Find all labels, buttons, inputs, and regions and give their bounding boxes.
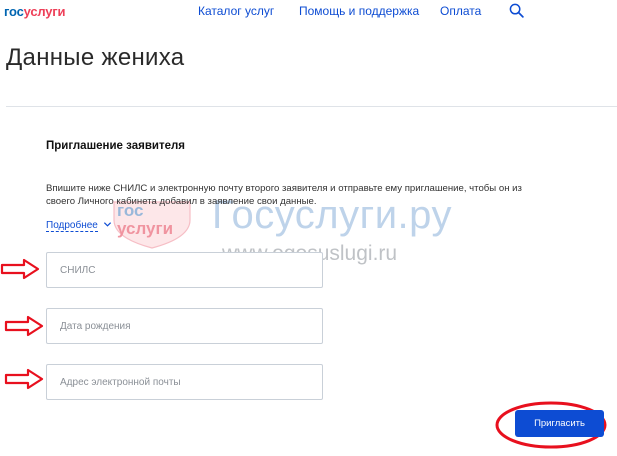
watermark-logo-uslugi: услуги (117, 219, 174, 238)
more-details-link[interactable]: Подробнее (46, 220, 98, 232)
birthdate-input[interactable] (46, 308, 323, 344)
red-arrow-icon (0, 258, 40, 280)
search-icon[interactable] (509, 3, 524, 18)
snils-input[interactable] (46, 252, 323, 288)
logo-uslugi-text: услуги (23, 4, 66, 19)
chevron-down-icon[interactable] (103, 220, 112, 229)
invite-button[interactable]: Пригласить (515, 410, 604, 437)
top-header: госуслуги Каталог услуг Помощь и поддерж… (0, 0, 617, 24)
red-arrow-icon (4, 368, 44, 390)
red-arrow-icon (4, 315, 44, 337)
email-input[interactable] (46, 364, 323, 400)
nav-catalog-link[interactable]: Каталог услуг (198, 4, 274, 18)
title-divider (6, 106, 617, 107)
gosuslugi-logo[interactable]: госуслуги (4, 4, 66, 19)
section-title: Приглашение заявителя (46, 140, 186, 152)
logo-gos-text: гос (4, 4, 24, 19)
invitation-description: Впишите ниже СНИЛС и электронную почту в… (46, 183, 522, 207)
nav-help-link[interactable]: Помощь и поддержка (299, 4, 419, 18)
page-title: Данные жениха (6, 44, 185, 71)
nav-payment-link[interactable]: Оплата (440, 4, 481, 18)
